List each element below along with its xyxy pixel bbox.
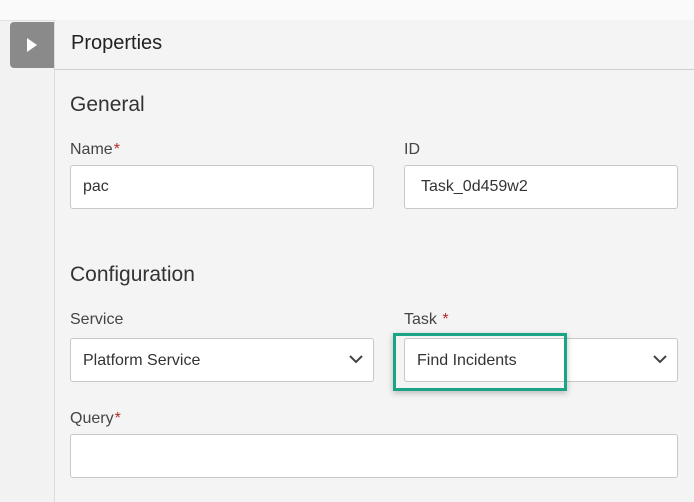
service-select-value: Platform Service (83, 352, 201, 369)
id-field[interactable] (404, 165, 678, 209)
task-label-text: Task (404, 311, 437, 328)
query-field[interactable] (70, 434, 678, 478)
service-label: Service (70, 311, 124, 328)
required-mark: * (113, 141, 120, 158)
task-select[interactable]: Find Incidents (404, 338, 678, 382)
task-label: Task * (404, 311, 449, 329)
id-label: ID (404, 141, 420, 158)
top-strip (0, 0, 694, 21)
query-label: Query* (70, 410, 121, 428)
section-title-configuration: Configuration (70, 263, 195, 286)
name-label-text: Name (70, 141, 113, 158)
chevron-down-icon (349, 355, 363, 364)
required-mark: * (114, 410, 121, 427)
panel-header: Properties (55, 20, 694, 70)
triangle-right-icon (27, 38, 37, 52)
panel-title: Properties (71, 32, 163, 54)
name-field[interactable] (70, 165, 374, 209)
properties-panel: Properties (54, 20, 694, 502)
required-mark: * (442, 311, 449, 328)
name-label: Name* (70, 141, 120, 159)
task-select-value: Find Incidents (417, 352, 517, 369)
service-select[interactable]: Platform Service (70, 338, 374, 382)
section-title-general: General (70, 93, 145, 116)
query-label-text: Query (70, 410, 114, 427)
panel-toggle-button[interactable] (10, 22, 55, 68)
chevron-down-icon (653, 355, 667, 364)
